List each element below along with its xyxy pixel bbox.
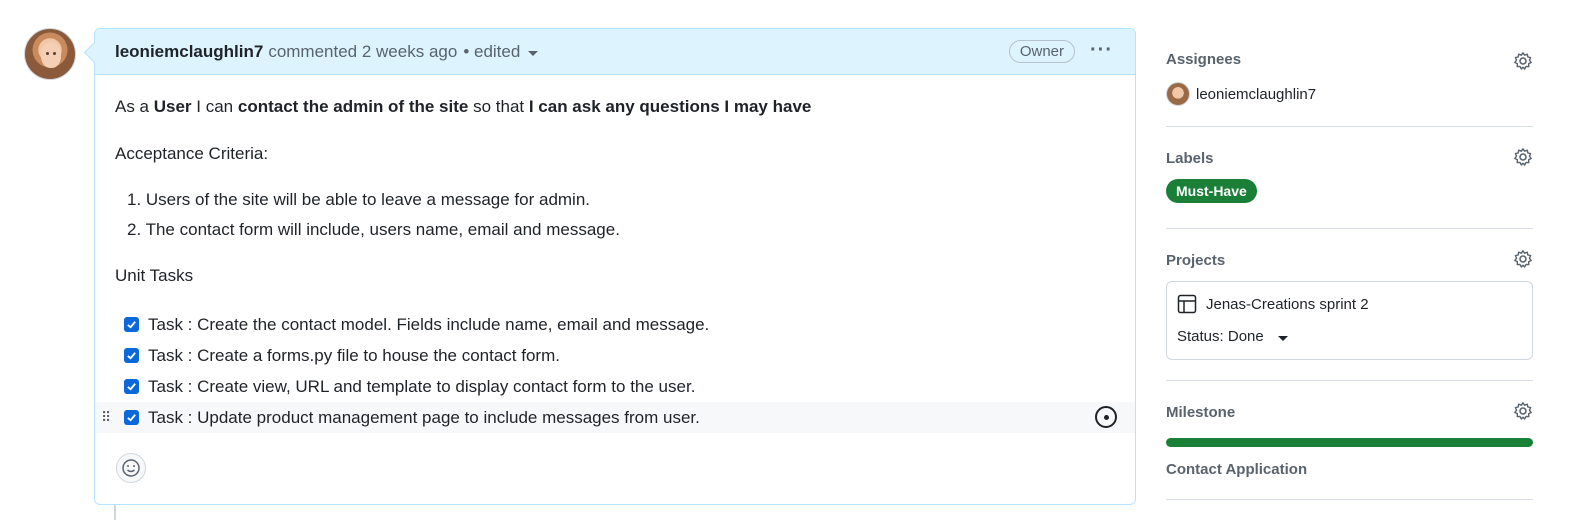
assignee-name: leoniemclaughlin7 [1196,85,1317,103]
comment-author[interactable]: leoniemclaughlin7 [115,42,263,62]
task-item: Task : Create view, URL and template to … [95,371,1135,402]
check-icon [127,383,136,391]
check-icon [127,321,136,329]
check-icon [127,414,136,422]
chevron-down-icon [1277,336,1288,341]
gear-icon[interactable] [1513,249,1533,269]
avatar-face [41,42,61,68]
comment-header: leoniemclaughlin7 commented 2 weeks ago … [95,29,1135,75]
milestone-section: Milestone [1166,401,1533,421]
task-item: Task : Create the contact model. Fields … [95,309,1135,340]
issue-sidebar: Assignees leoniemclaughlin7 Labels Must-… [1166,0,1533,520]
owner-badge: Owner [1008,40,1075,63]
gear-icon[interactable] [1513,147,1533,167]
add-reaction-button[interactable] [116,453,146,483]
task-checkbox[interactable] [124,317,139,332]
task-text: Task : Create view, URL and template to … [148,376,696,396]
check-icon [127,352,136,360]
milestone-progress-bar [1166,438,1533,447]
convert-to-issue-icon[interactable] [1095,406,1117,428]
task-text: Task : Create a forms.py file to house t… [148,345,560,365]
drag-handle-icon[interactable]: ⠿ [101,409,111,426]
user-story: As a User I can contact the admin of the… [115,97,811,117]
task-text: Task : Create the contact model. Fields … [148,314,710,334]
convert-dot [1103,414,1109,420]
kebab-horizontal-icon[interactable]: ··· [1090,39,1113,62]
story-text: As a [115,97,154,116]
project-status-dropdown[interactable]: Status: Done [1177,328,1288,345]
author-avatar[interactable] [24,28,76,80]
story-text: I can [191,97,238,116]
assignees-section: Assignees [1166,51,1533,71]
unit-tasks-heading: Unit Tasks [115,266,194,285]
task-item: Task : Create a forms.py file to house t… [95,340,1135,371]
timeline-line [114,505,116,520]
comment-timestamp[interactable]: commented 2 weeks ago [268,42,457,62]
project-name: Jenas-Creations sprint 2 [1206,295,1369,313]
label-must-have[interactable]: Must-Have [1166,179,1257,203]
assignees-title[interactable]: Assignees [1166,51,1533,68]
edited-indicator[interactable]: • edited [463,42,520,62]
labels-title[interactable]: Labels [1166,150,1533,167]
story-bold: contact the admin of the site [237,97,469,116]
acceptance-criteria-heading: Acceptance Criteria: [115,144,269,163]
acceptance-criteria-list: 1. Users of the site will be able to lea… [127,189,620,249]
story-bold: I can ask any questions I may have [528,97,812,116]
avatar-eye [46,52,49,55]
story-bold: User [153,97,192,116]
gear-icon[interactable] [1513,51,1533,71]
table-icon [1177,294,1197,314]
avatar-eye [53,52,56,55]
labels-section: Labels [1166,147,1533,167]
assignee-item[interactable]: leoniemclaughlin7 [1166,82,1316,106]
project-card: Jenas-Creations sprint 2 Status: Done [1166,281,1533,360]
list-item: 1. Users of the site will be able to lea… [127,190,591,209]
issue-comment: leoniemclaughlin7 commented 2 weeks ago … [94,28,1136,505]
task-text: Task : Update product management page to… [148,407,700,427]
task-checkbox[interactable] [124,410,139,425]
gear-icon[interactable] [1513,401,1533,421]
milestone-link[interactable]: Contact Application [1166,461,1307,478]
divider [1166,499,1533,500]
task-checkbox[interactable] [124,348,139,363]
story-text: so that [468,97,529,116]
project-status-text: Status: Done [1177,328,1264,345]
divider [1166,228,1533,229]
task-checkbox[interactable] [124,379,139,394]
smiley-icon [122,459,140,477]
divider [1166,380,1533,381]
divider [1166,126,1533,127]
list-item: 2. The contact form will include, users … [127,220,620,239]
chevron-down-icon[interactable] [528,51,539,56]
task-item: ⠿ Task : Update product management page … [95,402,1135,433]
projects-section: Projects [1166,249,1533,269]
projects-title[interactable]: Projects [1166,252,1533,269]
project-link[interactable]: Jenas-Creations sprint 2 [1177,294,1369,314]
milestone-title[interactable]: Milestone [1166,404,1533,421]
avatar [1166,82,1190,106]
